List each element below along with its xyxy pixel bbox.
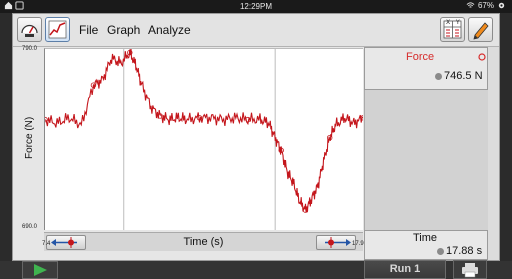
printer-icon <box>462 263 478 278</box>
force-meter-label: Force <box>406 51 435 63</box>
sensor-indicator-icon <box>478 53 486 61</box>
time-meter-value-wrap: 17.88 s <box>437 245 482 257</box>
meter-view-button[interactable] <box>17 17 42 42</box>
graph-panel: 790.0 690.0 Force (N) Time (s) 7.4 17.9 <box>13 46 366 260</box>
time-meter-label: Time <box>413 232 438 244</box>
force-dot-icon <box>435 72 442 80</box>
force-meter-value: 746.5 N <box>444 70 483 82</box>
y-min-tick: 690.0 <box>22 224 38 230</box>
app-window: File Graph Analyze X Y 790.0 690.0 Force… <box>12 13 500 261</box>
collect-button[interactable] <box>22 261 58 279</box>
time-dot-icon <box>437 247 444 255</box>
scroll-right-button[interactable] <box>316 235 356 250</box>
battery-percent: 67% <box>477 1 494 10</box>
force-time-plot[interactable] <box>42 48 366 230</box>
force-series-line <box>44 48 364 213</box>
plot-area[interactable] <box>42 48 366 230</box>
annotate-button[interactable] <box>468 17 493 42</box>
x-max-tick: 17.9 <box>352 241 364 247</box>
x-axis-bar: Time (s) <box>44 232 363 251</box>
status-right-icons: 67% <box>466 1 506 10</box>
menu-analyze[interactable]: Analyze <box>148 23 191 37</box>
gear-icon[interactable] <box>497 1 506 10</box>
graph-view-button[interactable] <box>45 17 70 42</box>
force-meter[interactable]: Force 746.5 N <box>364 47 488 90</box>
print-button[interactable] <box>453 260 487 279</box>
wifi-icon <box>466 2 475 8</box>
time-meter-value: 17.88 s <box>446 245 483 257</box>
table-view-button[interactable]: X Y <box>440 17 465 42</box>
gauge-icon <box>21 24 38 37</box>
x-min-tick: 7.4 <box>42 241 51 247</box>
table-icon-text: X Y <box>446 19 460 26</box>
time-meter[interactable]: Time 17.88 s <box>364 230 488 260</box>
force-meter-value-wrap: 746.5 N <box>435 70 483 82</box>
status-bar: 12:29PM 67% <box>0 0 512 13</box>
menu-file[interactable]: File <box>79 23 98 37</box>
toolbar: File Graph Analyze X Y <box>13 14 499 47</box>
status-time: 12:29PM <box>239 2 273 11</box>
pencil-icon <box>473 22 489 40</box>
menu-graph[interactable]: Graph <box>107 23 140 37</box>
meter-empty-area <box>364 90 488 230</box>
y-max-tick: 790.0 <box>22 46 38 52</box>
graph-icon <box>48 20 67 39</box>
y-axis-label: Force (N) <box>24 116 35 159</box>
run-selector[interactable]: Run 1 <box>364 260 446 279</box>
pan-right-icon <box>325 237 351 248</box>
play-icon <box>34 264 47 276</box>
